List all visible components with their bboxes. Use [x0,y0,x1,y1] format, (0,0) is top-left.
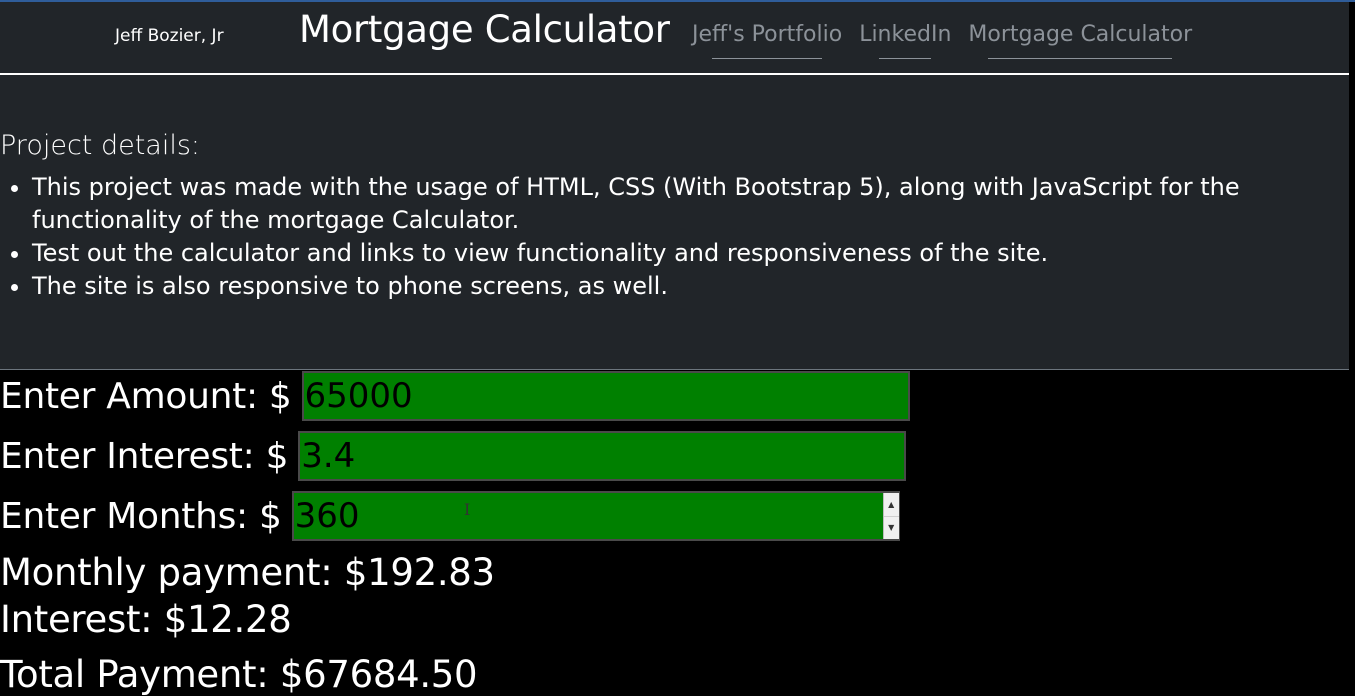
months-stepper: ▲ ▼ [291,491,900,541]
page: Jeff Bozier, Jr Mortgage Calculator Jeff… [0,0,1355,696]
triangle-up-icon[interactable]: ▲ [883,493,899,517]
list-item: This project was made with the usage of … [32,171,1342,237]
project-details-section: Project details: This project was made w… [0,75,1349,370]
total-payment-result: Total Payment: $67684.50 [0,653,478,696]
text-cursor-icon: I [464,500,471,519]
interest-label: Enter Interest: $ [0,435,289,477]
amount-label: Enter Amount: $ [0,375,292,417]
nav-link-portfolio[interactable]: Jeff's Portfolio [692,22,842,59]
nav-links: Jeff's Portfolio LinkedIn Mortgage Calcu… [692,22,1192,59]
months-spinner: ▲ ▼ [882,493,899,539]
project-details-list: This project was made with the usage of … [0,171,1342,303]
nav-link-linkedin[interactable]: LinkedIn [859,22,951,59]
interest-result: Interest: $12.28 [0,598,292,641]
months-input[interactable] [291,491,900,541]
list-item: Test out the calculator and links to vie… [32,237,1342,270]
interest-row: Enter Interest: $ [0,431,907,481]
amount-row: Enter Amount: $ [0,371,910,421]
triangle-down-icon[interactable]: ▼ [884,516,899,539]
project-details-heading: Project details: [0,130,201,161]
nav-link-mortgage-calculator[interactable]: Mortgage Calculator [968,22,1192,59]
brand-link[interactable]: Jeff Bozier, Jr [115,26,224,46]
months-label: Enter Months: $ [0,495,282,537]
months-row: Enter Months: $ ▲ ▼ [0,491,900,541]
interest-input[interactable] [298,431,907,481]
navbar: Jeff Bozier, Jr Mortgage Calculator Jeff… [0,2,1349,75]
list-item: The site is also responsive to phone scr… [32,270,1342,303]
page-title: Mortgage Calculator [299,8,670,51]
monthly-payment-result: Monthly payment: $192.83 [0,551,495,594]
amount-input[interactable] [301,371,910,421]
